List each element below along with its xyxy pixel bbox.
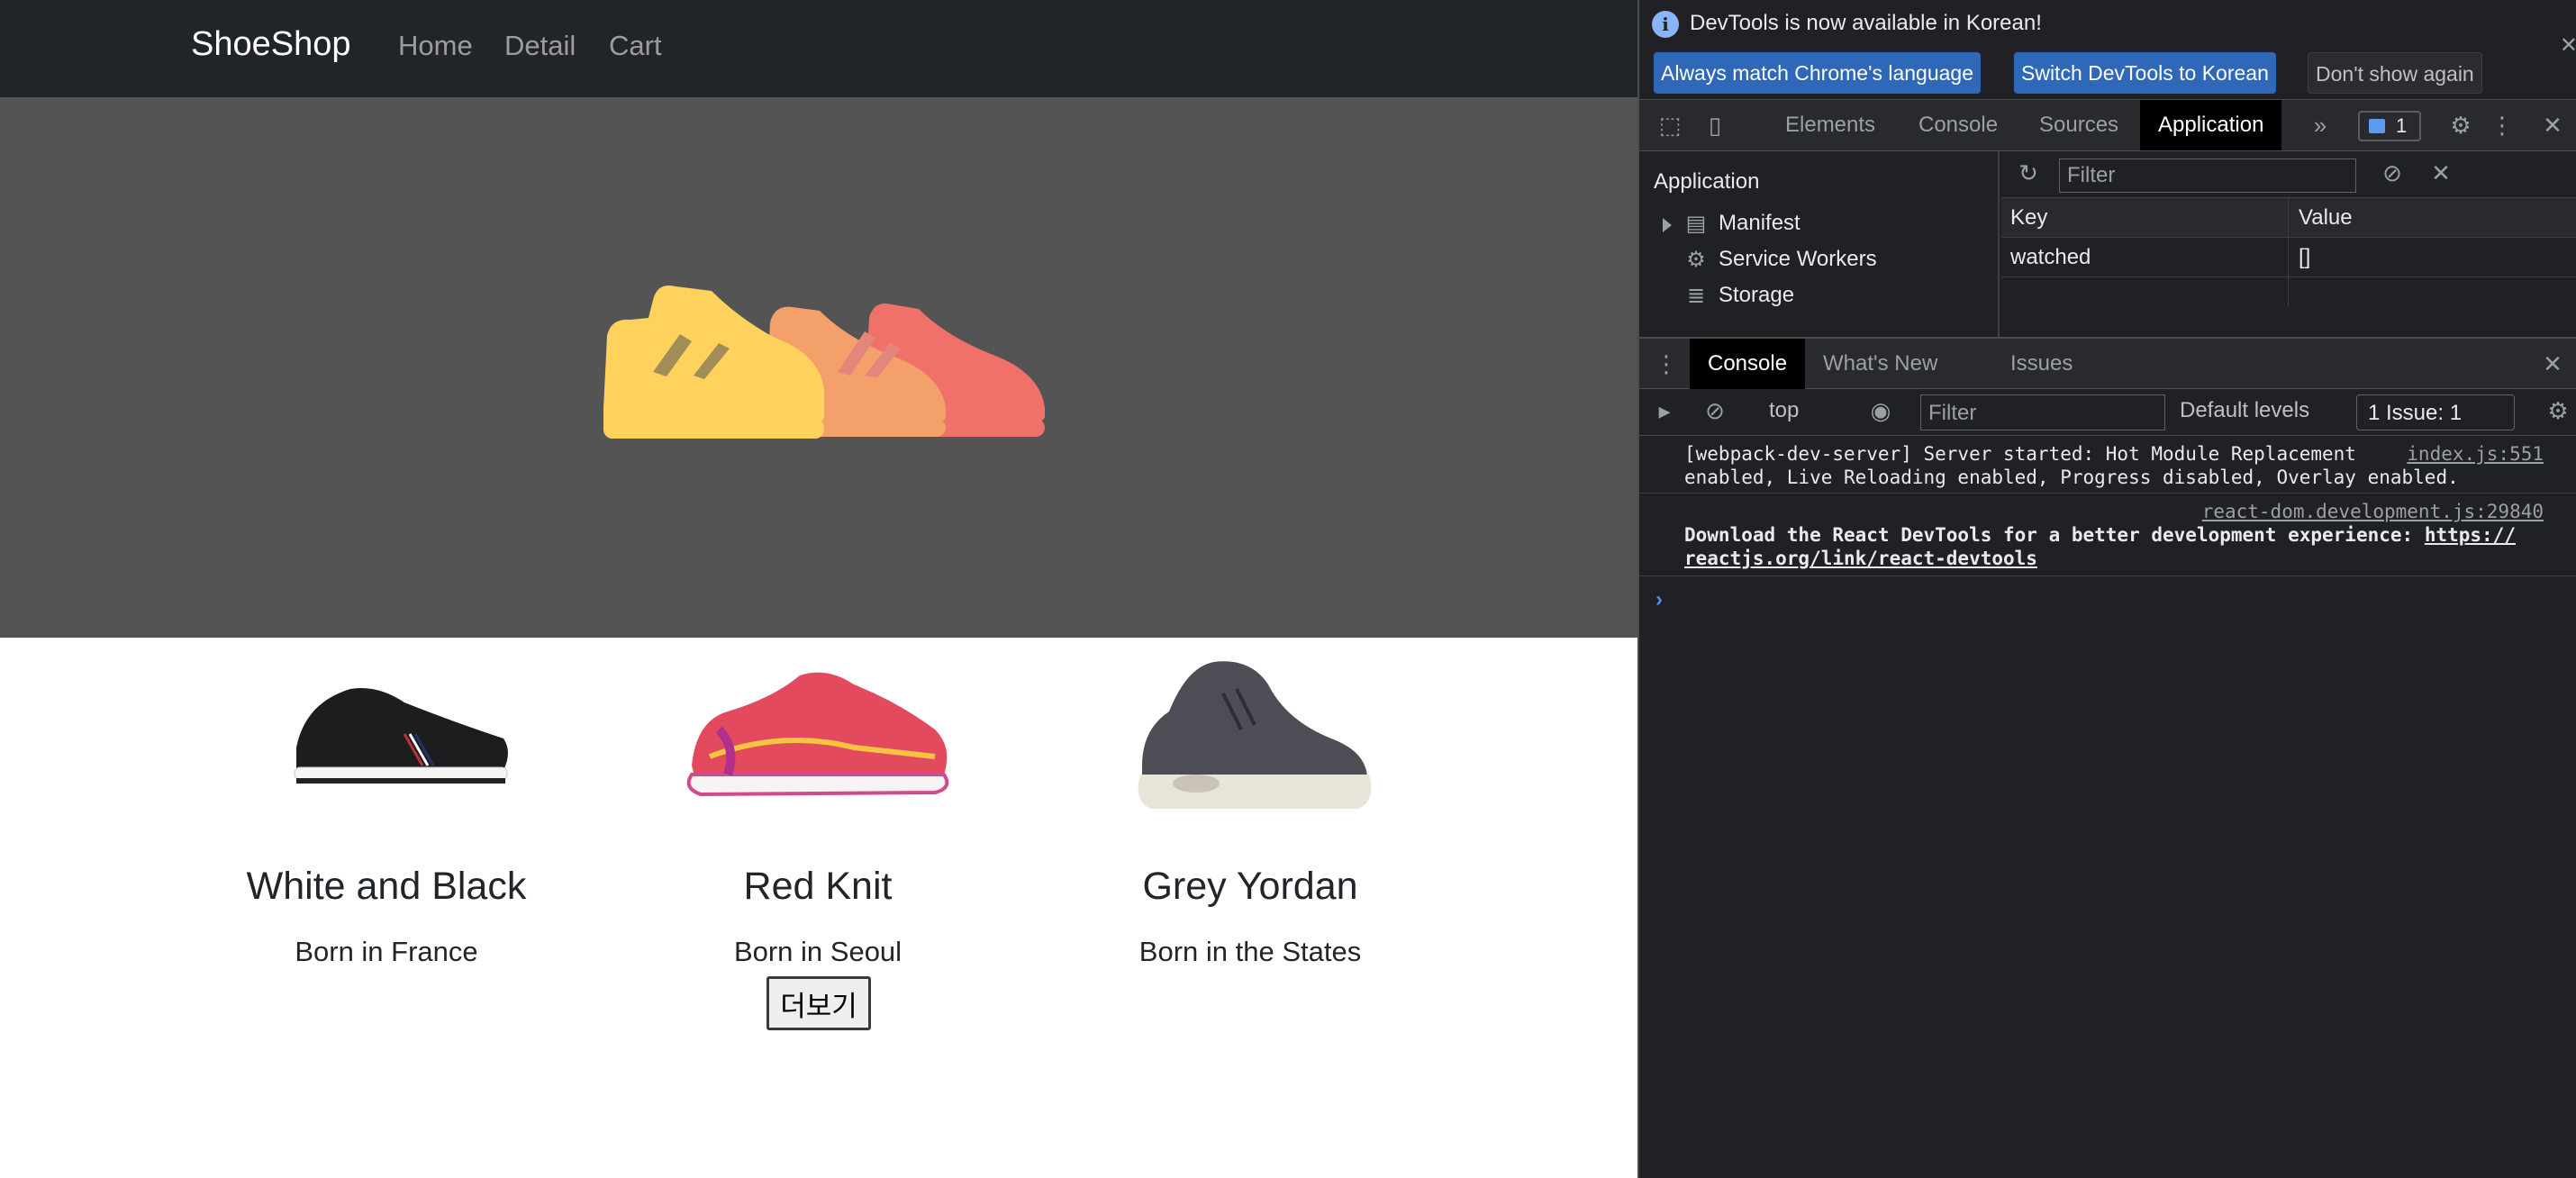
dont-show-again-button[interactable]: Don't show again xyxy=(2308,52,2482,94)
red-running-shoe-image xyxy=(686,672,949,797)
grey-high-top-image xyxy=(1138,661,1372,809)
message-line: [webpack-dev-server] Server started: Hot… xyxy=(1684,443,2356,465)
column-key[interactable]: Key xyxy=(2010,205,2047,231)
database-icon: ≣ xyxy=(1686,284,1706,308)
sidebar-item-manifest[interactable]: Manifest xyxy=(1719,211,1800,236)
info-icon: i xyxy=(1652,11,1679,38)
nav-link-detail[interactable]: Detail xyxy=(504,30,576,62)
devtools-link[interactable]: https:// xyxy=(2425,524,2516,546)
context-selector[interactable]: top xyxy=(1769,398,1799,423)
drawer-tabbar: ⋮ Console What's New Issues ✕ xyxy=(1639,337,2576,389)
row-key: watched xyxy=(2010,245,2091,269)
sidebar-toggle-icon[interactable]: ▸ xyxy=(1652,398,1677,423)
gear-icon: ⚙ xyxy=(1686,248,1706,272)
product-title: Red Knit xyxy=(743,865,893,908)
kebab-menu-icon[interactable]: ⋮ xyxy=(2490,113,2515,138)
product-card: Red Knit Born in Seoul xyxy=(638,648,998,968)
product-origin: Born in Seoul xyxy=(733,936,903,967)
table-row[interactable]: watched [] xyxy=(2001,238,2576,277)
message-line: reactjs.org/link/react-devtools xyxy=(1684,548,2037,569)
console-message: [webpack-dev-server] Server started: Hot… xyxy=(1639,436,2576,494)
always-match-language-button[interactable]: Always match Chrome's language xyxy=(1654,52,1981,94)
product-image[interactable] xyxy=(674,648,962,829)
tab-sources[interactable]: Sources xyxy=(2021,100,2136,150)
devtools-main-tabbar: ⬚ ▯ Elements Console Sources Application… xyxy=(1639,99,2576,151)
console-settings-icon[interactable]: ⚙ xyxy=(2545,398,2571,423)
issues-label: 1 Issue: xyxy=(2368,401,2444,425)
storage-filter-input[interactable]: Filter xyxy=(2059,159,2356,193)
drawer-menu-icon[interactable]: ⋮ xyxy=(1654,351,1679,376)
language-infobar: i DevTools is now available in Korean! A… xyxy=(1639,0,2576,99)
close-devtools-icon[interactable]: ✕ xyxy=(2540,113,2565,138)
storage-table-header: Key Value xyxy=(2001,198,2576,306)
tab-console[interactable]: Console xyxy=(1900,100,2016,150)
product-image[interactable] xyxy=(242,648,531,829)
product-card: Grey Yordan Born in the States xyxy=(1070,648,1430,968)
sidebar-item-storage[interactable]: Storage xyxy=(1719,283,1794,308)
delete-icon[interactable]: ✕ xyxy=(2428,160,2454,186)
nav-link-home[interactable]: Home xyxy=(398,30,473,62)
app-page: ShoeShop Home Detail Cart White and Blac… xyxy=(0,0,1637,1178)
issues-count: 1 xyxy=(2449,401,2463,425)
product-image[interactable] xyxy=(1106,648,1394,829)
issues-badge[interactable]: 1 xyxy=(2358,111,2421,141)
hero-banner xyxy=(0,97,1637,638)
close-icon[interactable]: ✕ xyxy=(2560,32,2576,59)
console-message: react-dom.development.js:29840 Download … xyxy=(1639,494,2576,576)
navbar: ShoeShop Home Detail Cart xyxy=(0,0,1637,97)
log-levels-dropdown[interactable]: Default levels xyxy=(2180,398,2309,423)
device-toolbar-icon[interactable]: ▯ xyxy=(1702,113,1728,138)
product-origin: Born in the States xyxy=(1138,936,1362,967)
tab-application[interactable]: Application xyxy=(2140,100,2282,150)
load-more-button[interactable]: 더보기 xyxy=(766,976,871,1030)
expand-arrow-icon[interactable] xyxy=(1663,218,1672,232)
product-card: White and Black Born in France xyxy=(206,648,567,968)
issues-button[interactable]: 1 Issue: 1 xyxy=(2356,394,2515,430)
sidebar-item-service-workers[interactable]: Service Workers xyxy=(1719,247,1877,272)
devtools-link[interactable]: reactjs.org/link/react-devtools xyxy=(1684,548,2037,569)
message-text: Download the React DevTools for a better… xyxy=(1684,524,2414,546)
application-sidebar: Application ▤ Manifest ⚙ Service Workers… xyxy=(1639,151,2000,337)
console-toolbar: ▸ ⊘ top ◉ Filter Default levels 1 Issue:… xyxy=(1639,389,2576,436)
drawer-tab-issues[interactable]: Issues xyxy=(1992,339,2091,389)
inspect-element-icon[interactable]: ⬚ xyxy=(1657,113,1683,138)
eye-icon[interactable]: ◉ xyxy=(1868,398,1893,423)
product-title: Grey Yordan xyxy=(1142,865,1358,908)
drawer-tab-whats-new[interactable]: What's New xyxy=(1805,339,1955,389)
source-link[interactable]: index.js:551 xyxy=(2407,443,2544,465)
sidebar-title: Application xyxy=(1654,169,1760,194)
column-value[interactable]: Value xyxy=(2299,205,2353,231)
shoes-illustration xyxy=(603,285,1045,439)
product-title: White and Black xyxy=(246,865,527,908)
clear-icon[interactable]: ⊘ xyxy=(2380,160,2405,186)
switch-to-korean-button[interactable]: Switch DevTools to Korean xyxy=(2014,52,2276,94)
tab-elements[interactable]: Elements xyxy=(1767,100,1893,150)
brand-logo[interactable]: ShoeShop xyxy=(191,25,351,64)
infobar-message: DevTools is now available in Korean! xyxy=(1690,11,2042,35)
black-sneaker-image xyxy=(294,688,508,784)
application-panel: Application ▤ Manifest ⚙ Service Workers… xyxy=(1639,151,2576,337)
file-icon: ▤ xyxy=(1685,212,1707,236)
gear-icon[interactable]: ⚙ xyxy=(2448,113,2473,138)
devtools-panel: i DevTools is now available in Korean! A… xyxy=(1637,0,2576,1178)
nav-link-cart[interactable]: Cart xyxy=(609,30,662,62)
close-drawer-icon[interactable]: ✕ xyxy=(2540,351,2565,376)
refresh-icon[interactable]: ↻ xyxy=(2016,160,2041,186)
message-line: Download the React DevTools for a better… xyxy=(1684,524,2516,546)
console-filter-input[interactable]: Filter xyxy=(1920,394,2165,430)
issues-badge-count: 1 xyxy=(2396,114,2408,137)
more-tabs-icon[interactable]: » xyxy=(2308,113,2333,138)
message-icon xyxy=(2369,119,2385,133)
clear-console-icon[interactable]: ⊘ xyxy=(1702,398,1728,423)
storage-toolbar: ↻ Filter ⊘ ✕ xyxy=(2001,151,2576,198)
console-prompt-icon[interactable]: › xyxy=(1655,587,1663,612)
product-origin: Born in France xyxy=(295,936,478,967)
source-link[interactable]: react-dom.development.js:29840 xyxy=(2202,501,2544,522)
drawer-tab-console[interactable]: Console xyxy=(1690,339,1806,389)
message-line: enabled, Live Reloading enabled, Progres… xyxy=(1684,467,2459,488)
row-value: [] xyxy=(2299,245,2311,269)
